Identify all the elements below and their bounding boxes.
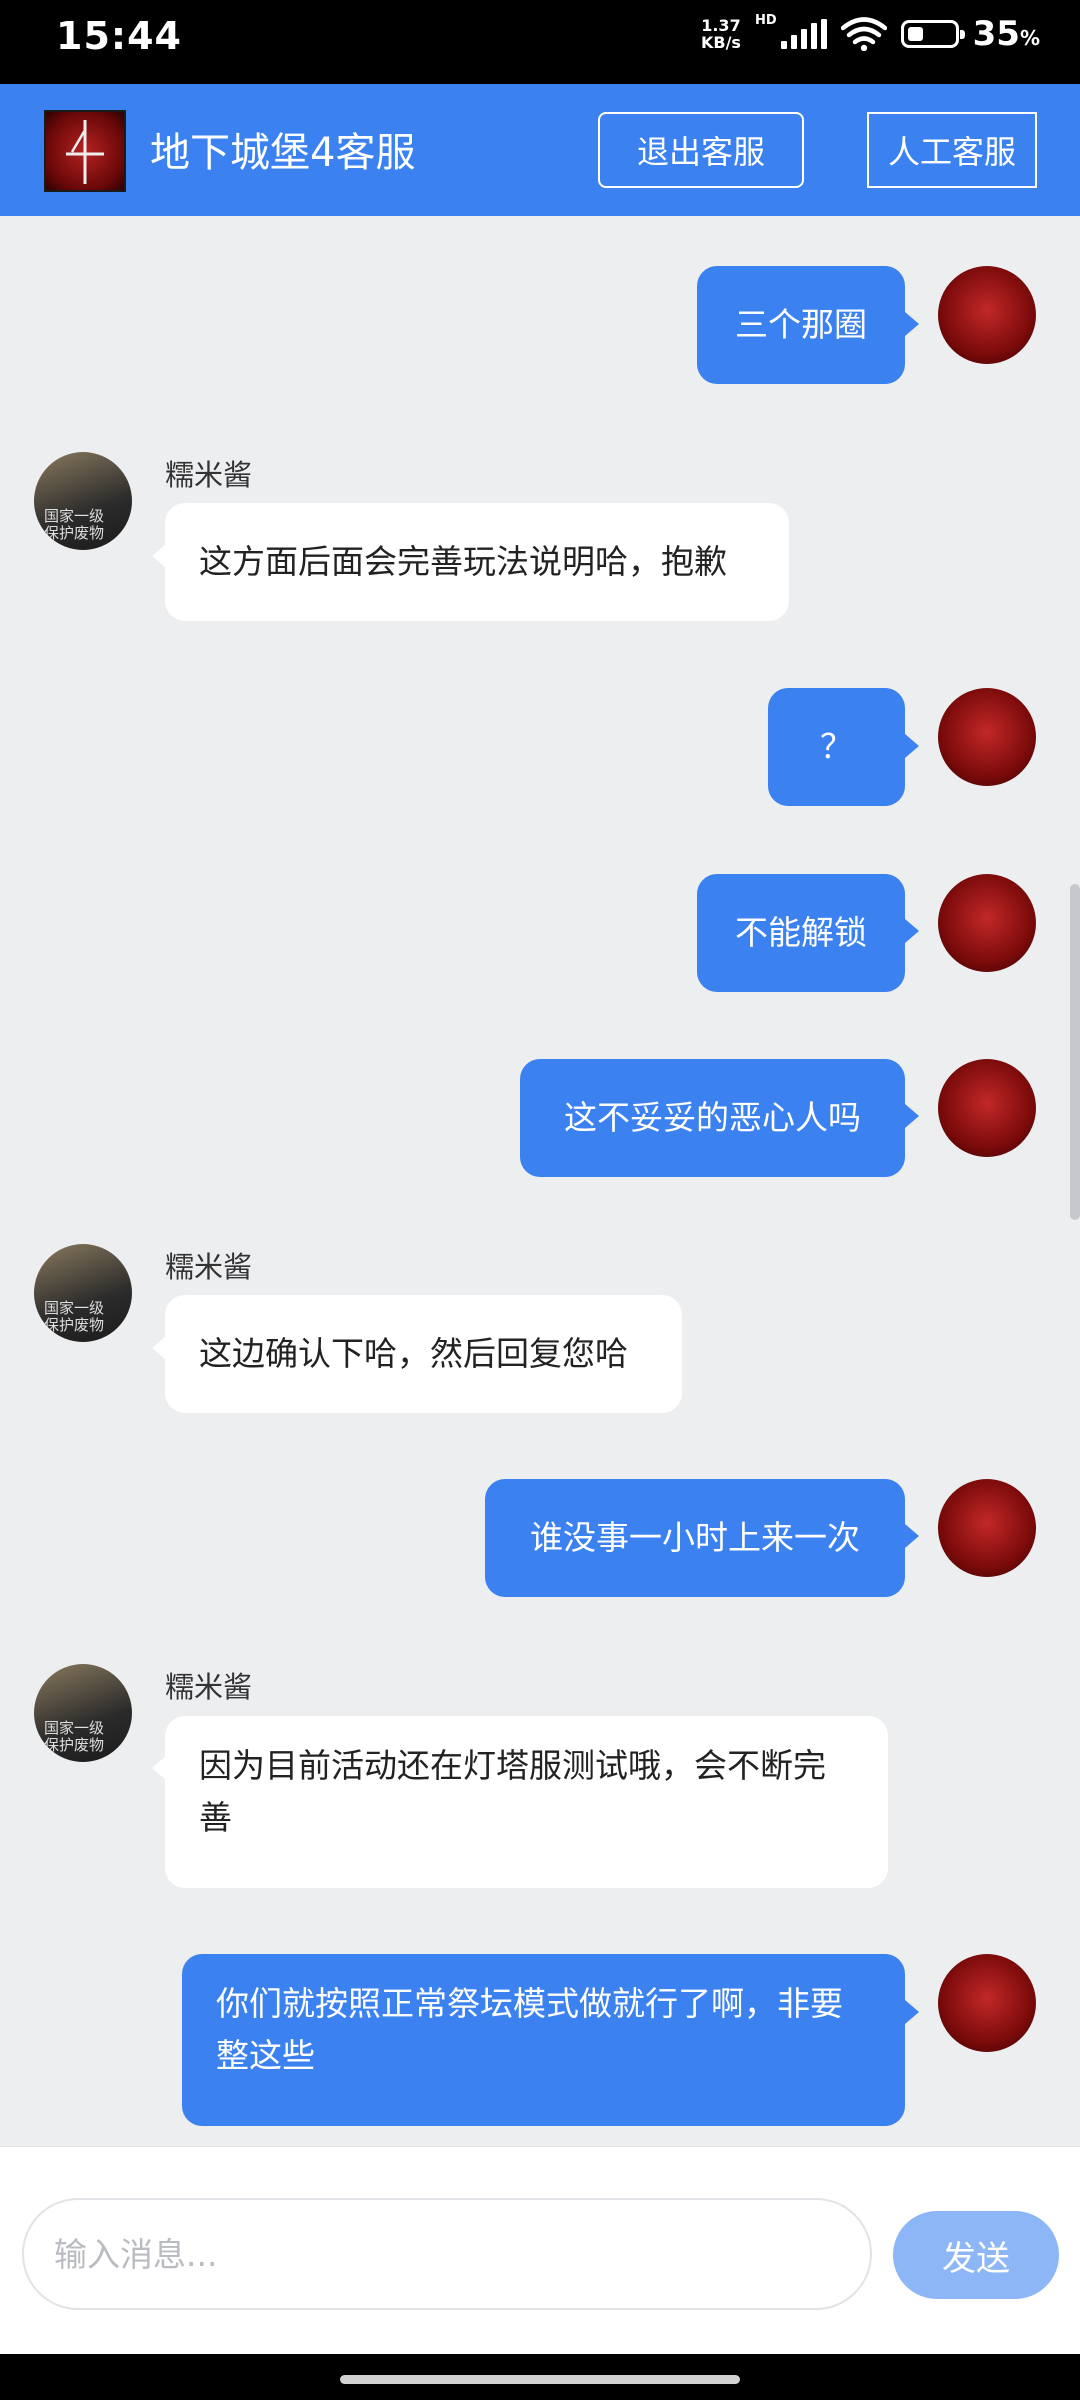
agent-avatar[interactable]: 国家一级 保护废物	[34, 452, 132, 550]
message-bubble[interactable]: 谁没事一小时上来一次	[485, 1479, 905, 1597]
status-icons: 1.37 KB/s HD 35%	[701, 12, 1040, 55]
user-avatar[interactable]	[938, 1954, 1036, 2052]
hd-badge: HD	[754, 12, 777, 28]
exit-service-button[interactable]: 退出客服	[598, 112, 804, 188]
message-bubble[interactable]: 你们就按照正常祭坛模式做就行了啊，非要整这些	[182, 1954, 905, 2126]
message-bubble[interactable]: 不能解锁	[697, 874, 905, 992]
user-avatar[interactable]	[938, 266, 1036, 364]
sender-name: 糯米酱	[165, 458, 253, 492]
message-bubble[interactable]: 这不妥妥的恶心人吗	[520, 1059, 905, 1177]
sender-name: 糯米酱	[165, 1250, 253, 1284]
message-bubble[interactable]: 这方面后面会完善玩法说明哈，抱歉	[165, 503, 789, 621]
human-service-button[interactable]: 人工客服	[867, 112, 1037, 188]
message-bubble[interactable]: 这边确认下哈，然后回复您哈	[165, 1295, 682, 1413]
avatar-watermark-text: 国家一级 保护废物	[44, 1719, 105, 1754]
user-avatar[interactable]	[938, 874, 1036, 972]
message-input[interactable]	[22, 2198, 872, 2310]
network-speed-unit: KB/s	[700, 33, 741, 52]
battery-percent: 35%	[972, 14, 1040, 54]
user-avatar[interactable]	[938, 1059, 1036, 1157]
avatar-watermark-text: 国家一级 保护废物	[44, 507, 105, 542]
sender-name: 糯米酱	[165, 1670, 253, 1704]
home-gesture-bar[interactable]	[340, 2375, 740, 2384]
network-speed-value: 1.37	[701, 16, 741, 35]
message-bubble[interactable]: ？	[768, 688, 905, 806]
agent-avatar[interactable]: 国家一级 保护废物	[34, 1664, 132, 1762]
message-bubble[interactable]: 三个那圈	[697, 266, 905, 384]
network-speed: 1.37 KB/s	[701, 17, 741, 51]
battery-fill	[907, 27, 923, 41]
message-bubble[interactable]: 因为目前活动还在灯塔服测试哦，会不断完善	[165, 1716, 888, 1888]
agent-avatar[interactable]: 国家一级 保护废物	[34, 1244, 132, 1342]
battery-icon	[900, 20, 965, 48]
scrollbar-thumb[interactable]	[1070, 884, 1080, 1220]
send-button[interactable]: 发送	[893, 2211, 1059, 2299]
user-avatar[interactable]	[938, 1479, 1036, 1577]
status-time: 15:44	[56, 14, 182, 58]
navigation-bar	[0, 2354, 1080, 2400]
chat-list[interactable]: 三个那圈 国家一级 保护废物 糯米酱 这方面后面会完善玩法说明哈，抱歉 ？ 不能…	[0, 216, 1080, 2146]
chat-header: 地下城堡4客服 退出客服 人工客服	[0, 84, 1080, 216]
page-title: 地下城堡4客服	[150, 130, 416, 176]
input-bar: 发送	[0, 2146, 1080, 2355]
avatar-watermark-text: 国家一级 保护废物	[44, 1299, 105, 1334]
wifi-icon	[840, 17, 887, 51]
signal-icon	[780, 19, 827, 49]
status-bar: 15:44 1.37 KB/s HD 35%	[0, 0, 1080, 84]
game-logo	[44, 110, 126, 192]
user-avatar[interactable]	[938, 688, 1036, 786]
